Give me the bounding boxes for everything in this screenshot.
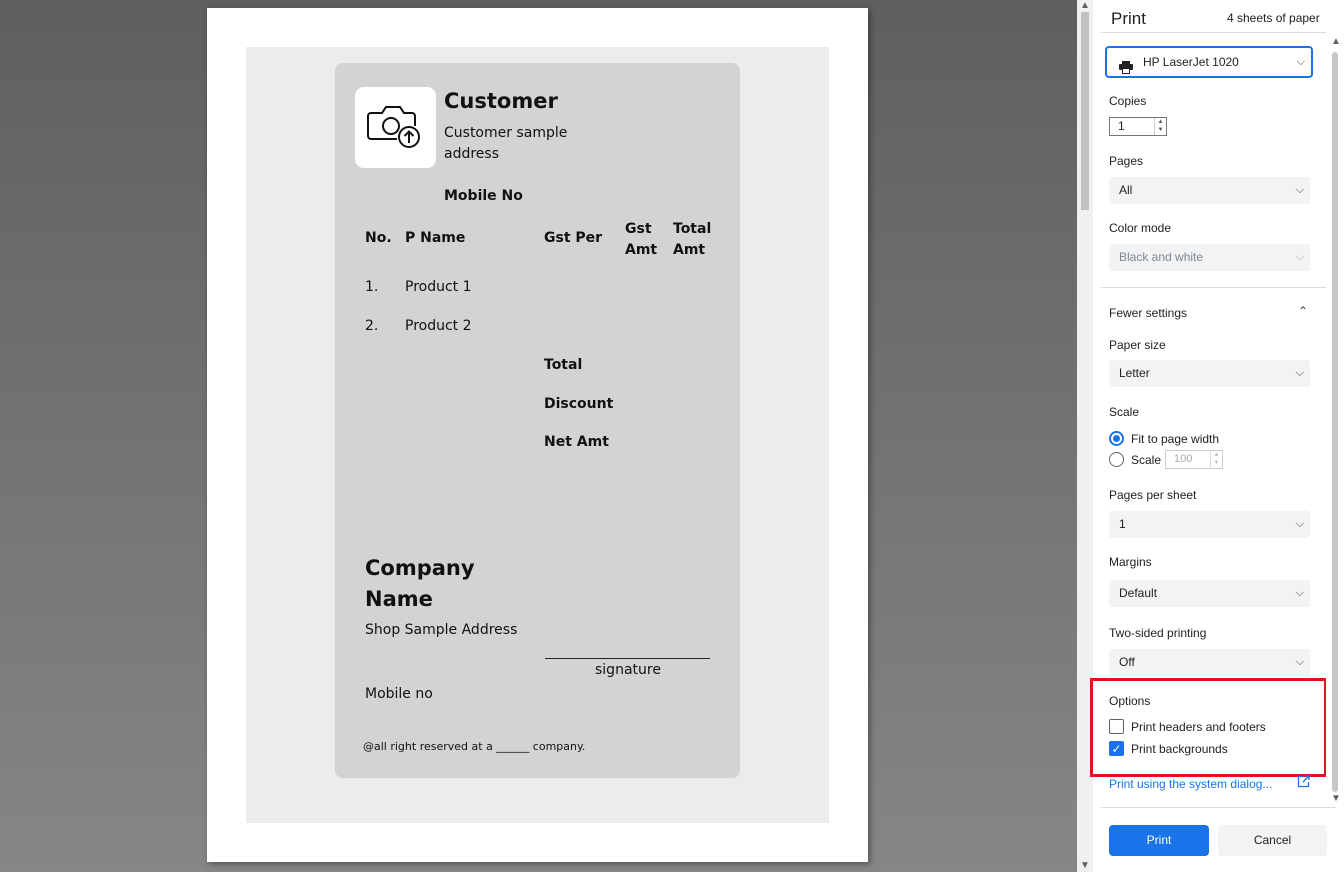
pages-select[interactable]: All ⌵	[1109, 177, 1310, 204]
scale-input: 100 ▲ ▼	[1165, 450, 1223, 469]
col-gst-amt: Gst Amt	[625, 221, 658, 258]
preview-page: Customer Customer sample address Mobile …	[207, 8, 868, 862]
footer-text: @all right reserved at a ______ company.	[363, 740, 586, 753]
chevron-up-icon[interactable]: ⌃	[1298, 304, 1308, 318]
pages-label: Pages	[1109, 154, 1144, 168]
scroll-up-icon[interactable]: ▲	[1077, 0, 1093, 12]
two-sided-select[interactable]: Off ⌵	[1109, 649, 1310, 676]
pages-per-sheet-select[interactable]: 1 ⌵	[1109, 511, 1310, 538]
copies-value: 1	[1118, 119, 1125, 133]
print-title: Print	[1111, 9, 1146, 28]
col-pname: P Name	[405, 230, 466, 246]
options-label: Options	[1109, 694, 1151, 708]
headers-footers-checkbox[interactable]	[1109, 719, 1124, 734]
color-mode-label: Color mode	[1109, 221, 1172, 235]
destination-value: HP LaserJet 1020	[1143, 55, 1239, 69]
copies-input[interactable]: 1 ▲ ▼	[1109, 117, 1167, 136]
scale-value: 100	[1174, 453, 1193, 465]
company-name: Company Name	[365, 556, 475, 611]
camera-upload-icon	[355, 87, 436, 168]
paper-size-select[interactable]: Letter ⌵	[1109, 360, 1310, 387]
scroll-up-icon[interactable]: ▲	[1328, 36, 1344, 48]
printer-icon	[1119, 56, 1133, 84]
fewer-settings-toggle[interactable]: Fewer settings	[1109, 306, 1187, 320]
two-sided-value: Off	[1119, 655, 1135, 669]
row-name: Product 2	[405, 318, 472, 334]
checkmark-icon: ✓	[1111, 742, 1122, 756]
shop-address: Shop Sample Address	[365, 622, 518, 638]
page-background: Customer Customer sample address Mobile …	[246, 47, 829, 823]
color-mode-select: Black and white ⌵	[1109, 244, 1310, 271]
customer-title: Customer	[444, 89, 558, 113]
scroll-thumb[interactable]	[1081, 12, 1089, 210]
print-button[interactable]: Print	[1109, 825, 1209, 856]
margins-select[interactable]: Default ⌵	[1109, 580, 1310, 607]
signature-label: signature	[595, 662, 661, 678]
print-preview-area: Customer Customer sample address Mobile …	[0, 0, 1077, 872]
cancel-button[interactable]: Cancel	[1218, 825, 1327, 856]
backgrounds-checkbox[interactable]: ✓	[1109, 741, 1124, 756]
scroll-down-icon[interactable]: ▼	[1077, 860, 1093, 872]
row-name: Product 1	[405, 279, 472, 295]
section-divider	[1101, 287, 1326, 288]
mobile-label: Mobile No	[444, 188, 523, 204]
scale-fit-label: Fit to page width	[1131, 432, 1220, 446]
print-settings-panel: Print 4 sheets of paper HP LaserJet 1020…	[1090, 0, 1344, 872]
col-total-amt: Total Amt	[673, 221, 712, 258]
pages-value: All	[1119, 183, 1133, 197]
destination-select[interactable]: HP LaserJet 1020 ⌵	[1105, 46, 1313, 78]
headers-footers-label: Print headers and footers	[1131, 720, 1266, 734]
margins-value: Default	[1119, 586, 1158, 600]
scale-stepper-icon: ▲ ▼	[1210, 451, 1222, 468]
copies-stepper-icon[interactable]: ▲ ▼	[1154, 118, 1166, 135]
chevron-down-icon: ⌵	[1295, 367, 1304, 379]
summary-discount: Discount	[544, 396, 614, 412]
backgrounds-label: Print backgrounds	[1131, 742, 1228, 756]
open-external-icon[interactable]	[1297, 775, 1310, 793]
footer-divider	[1101, 807, 1336, 808]
summary-total: Total	[544, 357, 583, 373]
scale-label: Scale	[1109, 405, 1140, 419]
chevron-down-icon: ⌵	[1296, 56, 1305, 68]
scale-custom-label: Scale	[1131, 453, 1162, 467]
scroll-thumb[interactable]	[1332, 52, 1338, 792]
customer-address: Customer sample address	[444, 125, 568, 162]
chevron-down-icon: ⌵	[1295, 251, 1304, 263]
mobile-no: Mobile no	[365, 686, 433, 702]
paper-size-label: Paper size	[1109, 338, 1166, 352]
scale-fit-radio[interactable]	[1109, 431, 1124, 446]
panel-scrollbar[interactable]: ▲ ▼	[1326, 32, 1344, 807]
scale-custom-radio[interactable]	[1109, 452, 1124, 467]
chevron-down-icon: ⌵	[1295, 184, 1304, 196]
paper-size-value: Letter	[1119, 366, 1150, 380]
two-sided-label: Two-sided printing	[1109, 626, 1207, 640]
col-gst-per: Gst Per	[544, 230, 603, 246]
chevron-down-icon: ⌵	[1295, 656, 1304, 668]
system-dialog-link[interactable]: Print using the system dialog...	[1109, 777, 1272, 791]
row-no: 2.	[365, 318, 379, 334]
invoice-card: Customer Customer sample address Mobile …	[335, 63, 740, 778]
margins-label: Margins	[1109, 555, 1152, 569]
color-mode-value: Black and white	[1119, 250, 1204, 264]
sheets-count: 4 sheets of paper	[1227, 11, 1320, 25]
summary-net-amt: Net Amt	[544, 434, 609, 450]
signature-line	[545, 658, 710, 659]
pages-per-sheet-value: 1	[1119, 517, 1126, 531]
header-divider	[1101, 32, 1326, 33]
chevron-down-icon: ⌵	[1295, 587, 1304, 599]
col-no: No.	[365, 230, 392, 246]
row-no: 1.	[365, 279, 379, 295]
pages-per-sheet-label: Pages per sheet	[1109, 488, 1197, 502]
chevron-down-icon: ⌵	[1295, 518, 1304, 530]
scroll-down-icon[interactable]: ▼	[1328, 793, 1344, 805]
copies-label: Copies	[1109, 94, 1147, 108]
